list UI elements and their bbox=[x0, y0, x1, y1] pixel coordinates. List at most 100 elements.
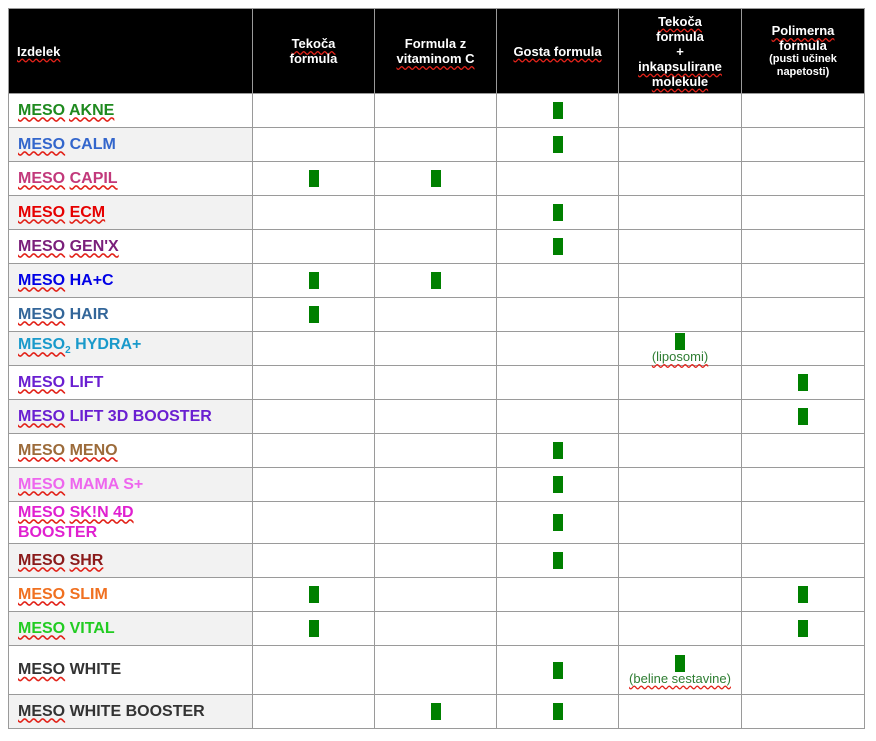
check-mark-icon bbox=[552, 703, 563, 720]
formula-cell-1 bbox=[252, 93, 375, 128]
formula-cell-4 bbox=[618, 297, 742, 332]
formula-cell-1 bbox=[252, 229, 375, 264]
table-row: MESO VITAL bbox=[8, 611, 865, 646]
check-mark-icon bbox=[798, 620, 808, 637]
table-row: MESO WHITE (beline sestavine) bbox=[8, 645, 865, 695]
table-row: MESO SHR bbox=[8, 543, 865, 578]
check-mark-icon bbox=[552, 661, 563, 679]
table-row: MESO GEN'X bbox=[8, 229, 865, 264]
formula-cell-3 bbox=[496, 229, 619, 264]
formula-cell-3 bbox=[496, 433, 619, 468]
header-product: Izdelek bbox=[8, 8, 253, 94]
formula-cell-1 bbox=[252, 611, 375, 646]
product-name: MESO SLIM bbox=[8, 577, 253, 612]
formula-cell-5 bbox=[741, 161, 865, 196]
product-name: MESO WHITE bbox=[8, 645, 253, 695]
formula-cell-5 bbox=[741, 263, 865, 298]
formula-cell-2 bbox=[374, 645, 497, 695]
formula-cell-5 bbox=[741, 365, 865, 400]
formula-cell-4 bbox=[618, 127, 742, 162]
check-mark-icon bbox=[552, 204, 563, 221]
formula-cell-1 bbox=[252, 297, 375, 332]
formula-cell-2 bbox=[374, 577, 497, 612]
product-name: MESO CALM bbox=[8, 127, 253, 162]
formula-cell-5 bbox=[741, 331, 865, 366]
product-name: MESO MAMA S+ bbox=[8, 467, 253, 502]
product-name: MESO GEN'X bbox=[8, 229, 253, 264]
formula-cell-3 bbox=[496, 297, 619, 332]
table-row: MESO AKNE bbox=[8, 93, 865, 128]
formula-cell-1 bbox=[252, 365, 375, 400]
product-name: MESO SHR bbox=[8, 543, 253, 578]
formula-cell-4 bbox=[618, 161, 742, 196]
formula-cell-3 bbox=[496, 543, 619, 578]
table-body: MESO AKNE MESO CALM MESO CAPIL MESO ECM MESO… bbox=[8, 93, 865, 729]
formula-cell-3 bbox=[496, 467, 619, 502]
table-row: MESO LIFT 3D BOOSTER bbox=[8, 399, 865, 434]
formula-cell-1 bbox=[252, 263, 375, 298]
formula-cell-5 bbox=[741, 645, 865, 695]
formula-cell-2 bbox=[374, 543, 497, 578]
check-mark-icon bbox=[308, 272, 319, 289]
cell-note: (liposomi) bbox=[651, 349, 709, 364]
table-row: MESO ECM bbox=[8, 195, 865, 230]
formula-cell-4 bbox=[618, 577, 742, 612]
formula-cell-2 bbox=[374, 93, 497, 128]
formula-cell-2 bbox=[374, 195, 497, 230]
formula-cell-1 bbox=[252, 543, 375, 578]
formula-cell-3 bbox=[496, 195, 619, 230]
formula-cell-2 bbox=[374, 365, 497, 400]
formula-cell-4 bbox=[618, 501, 742, 544]
table-row: MESO CAPIL bbox=[8, 161, 865, 196]
check-mark-icon bbox=[308, 620, 319, 637]
formula-cell-3 bbox=[496, 93, 619, 128]
table-row: MESO CALM bbox=[8, 127, 865, 162]
formula-cell-4: (liposomi) bbox=[618, 331, 742, 366]
formula-cell-1 bbox=[252, 694, 375, 729]
formula-cell-2 bbox=[374, 161, 497, 196]
formula-cell-3 bbox=[496, 365, 619, 400]
formula-cell-5 bbox=[741, 611, 865, 646]
product-name: MESO MENO bbox=[8, 433, 253, 468]
check-mark-icon bbox=[430, 170, 441, 187]
product-name: MESO LIFT 3D BOOSTER bbox=[8, 399, 253, 434]
formula-cell-3 bbox=[496, 611, 619, 646]
formula-cell-2 bbox=[374, 467, 497, 502]
product-name: MESO HA+C bbox=[8, 263, 253, 298]
formula-cell-5 bbox=[741, 577, 865, 612]
formula-cell-3 bbox=[496, 331, 619, 366]
product-name: MESO CAPIL bbox=[8, 161, 253, 196]
cell-note: (beline sestavine) bbox=[629, 670, 731, 686]
formula-cell-3 bbox=[496, 577, 619, 612]
formula-cell-5 bbox=[741, 433, 865, 468]
formula-cell-4: (beline sestavine) bbox=[618, 645, 742, 695]
formula-cell-4 bbox=[618, 229, 742, 264]
formula-cell-2 bbox=[374, 229, 497, 264]
check-mark-icon bbox=[308, 586, 319, 603]
formula-cell-5 bbox=[741, 694, 865, 729]
formula-cell-1 bbox=[252, 433, 375, 468]
header-polymer-formula: Polimerna formula (pusti učinek napetosti) bbox=[741, 8, 865, 94]
formula-cell-1 bbox=[252, 331, 375, 366]
header-row: Izdelek Tekoča formula Formula z vitaminom… bbox=[8, 8, 865, 94]
table-row: MESO2 HYDRA+ (liposomi) bbox=[8, 331, 865, 366]
header-encapsulated-formula: Tekoča formula + inkapsulirane molekule bbox=[618, 8, 742, 94]
header-dense-formula: Gosta formula bbox=[496, 8, 619, 94]
formula-cell-2 bbox=[374, 263, 497, 298]
check-mark-icon bbox=[675, 654, 685, 672]
product-name: MESO ECM bbox=[8, 195, 253, 230]
formula-cell-5 bbox=[741, 543, 865, 578]
formula-cell-4 bbox=[618, 93, 742, 128]
check-mark-icon bbox=[552, 476, 563, 493]
formula-cell-3 bbox=[496, 501, 619, 544]
formula-cell-2 bbox=[374, 501, 497, 544]
table-row: MESO WHITE BOOSTER bbox=[8, 694, 865, 729]
table-row: MESO MENO bbox=[8, 433, 865, 468]
check-mark-icon bbox=[308, 170, 319, 187]
formula-cell-3 bbox=[496, 645, 619, 695]
formula-cell-2 bbox=[374, 127, 497, 162]
formula-cell-1 bbox=[252, 467, 375, 502]
formula-cell-2 bbox=[374, 331, 497, 366]
product-name: MESO HAIR bbox=[8, 297, 253, 332]
product-name: MESO VITAL bbox=[8, 611, 253, 646]
